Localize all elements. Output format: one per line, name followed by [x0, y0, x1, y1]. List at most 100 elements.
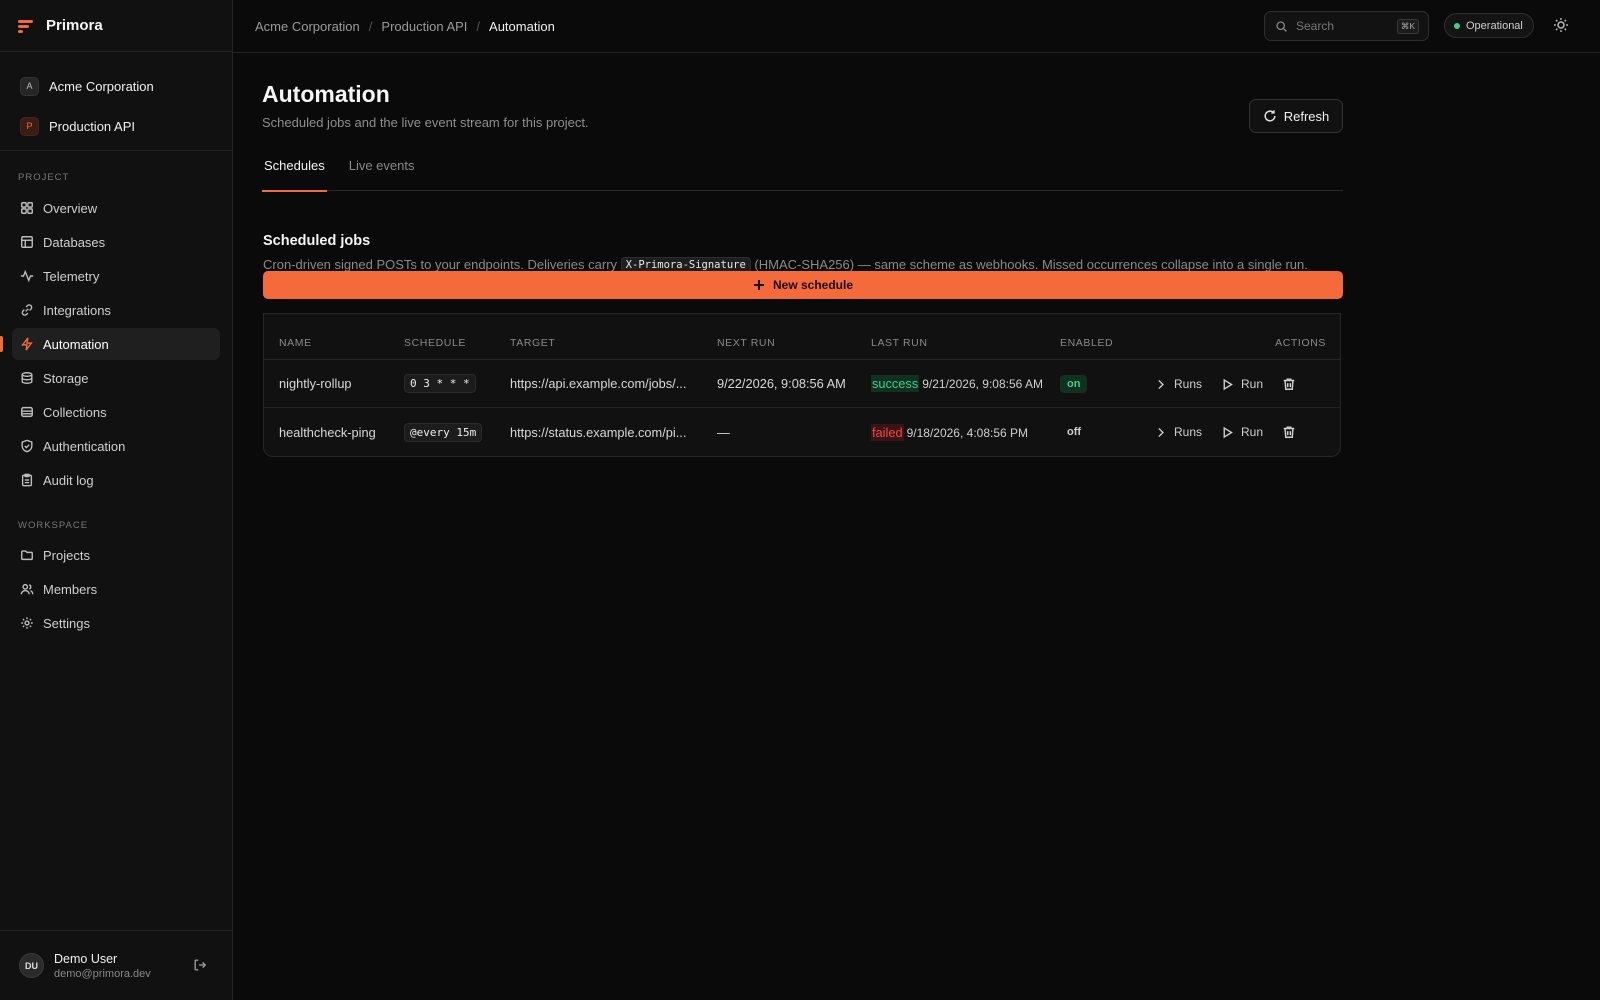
brand[interactable]: Primora [0, 0, 232, 52]
delete-button[interactable] [1282, 425, 1296, 439]
sidebar-item-automation[interactable]: Automation [0, 328, 220, 360]
page-title: Automation [262, 81, 390, 107]
column-header-next-run: NEXT RUN [717, 337, 776, 349]
sidebar-item-label: Projects [43, 547, 90, 563]
status-label: Operational [1466, 19, 1523, 32]
search-shortcut: ⌘K [1396, 19, 1419, 34]
sidebar-item-label: Overview [43, 200, 98, 216]
schedule-name: nightly-rollup [279, 376, 352, 391]
runs-label: Runs [1174, 377, 1203, 391]
search-placeholder: Search [1296, 19, 1335, 33]
run-button[interactable]: Run [1221, 377, 1263, 391]
tab-live-events[interactable]: Live events [347, 153, 417, 191]
theme-toggle-sun-icon[interactable] [1553, 17, 1569, 36]
link-icon [19, 303, 34, 318]
new-schedule-button[interactable]: New schedule [263, 271, 1343, 299]
next-run: — [717, 424, 730, 440]
last-run-time: 9/18/2026, 4:08:56 PM [906, 425, 1029, 440]
user-menu[interactable]: DU Demo User demo@primora.dev [0, 930, 233, 1000]
play-icon [1223, 426, 1233, 438]
breadcrumb-separator: / [476, 18, 481, 34]
layers-icon [19, 405, 34, 420]
sidebar-item-overview[interactable]: Overview [12, 192, 220, 224]
new-schedule-label: New schedule [772, 278, 854, 292]
breadcrumb-separator: / [368, 18, 373, 34]
schedule-target: https://api.example.com/jobs/... [510, 376, 687, 391]
column-header-enabled: ENABLED [1060, 337, 1114, 349]
next-run: 9/22/2026, 9:08:56 AM [717, 376, 846, 391]
column-header-actions: ACTIONS [1275, 337, 1326, 349]
schedules-table: NAME SCHEDULE TARGET NEXT RUN LAST RUN E… [263, 313, 1341, 457]
gear-icon [19, 616, 34, 631]
search-input[interactable]: Search ⌘K [1264, 11, 1429, 41]
sidebar-item-settings[interactable]: Settings [12, 607, 220, 639]
sidebar-item-databases[interactable]: Databases [12, 226, 220, 258]
refresh-icon [1264, 110, 1276, 122]
trash-icon [1283, 426, 1295, 438]
sidebar-item-audit-log[interactable]: Audit log [12, 464, 220, 496]
refresh-button[interactable]: Refresh [1249, 99, 1343, 133]
sidebar-item-label: Telemetry [43, 268, 100, 284]
table-row: healthcheck-ping @every 15m https://stat… [264, 408, 1340, 456]
project-switcher[interactable]: P Production API [12, 106, 220, 146]
status-badge[interactable]: Operational [1444, 13, 1534, 38]
chevron-right-icon [1158, 427, 1164, 437]
sidebar-item-telemetry[interactable]: Telemetry [12, 260, 220, 292]
status-dot-icon [1454, 22, 1460, 29]
sidebar-item-authentication[interactable]: Authentication [12, 430, 220, 462]
table-icon [19, 235, 34, 250]
sidebar-item-label: Authentication [43, 438, 126, 454]
workspace-nav: Projects Members Settings [0, 539, 232, 639]
last-run: failed 9/18/2026, 4:08:56 PM [871, 423, 1029, 441]
project-nav: Overview Databases Telemetry Integration… [0, 192, 232, 496]
last-run-status-badge: failed [871, 423, 904, 441]
card-description-text: Cron-driven signed POSTs to your endpoin… [263, 257, 618, 272]
enabled-toggle[interactable]: on [1060, 374, 1088, 393]
sidebar-item-projects[interactable]: Projects [12, 539, 220, 571]
activity-icon [19, 269, 34, 284]
sidebar-item-label: Automation [43, 336, 109, 352]
table-row: nightly-rollup 0 3 * * * https://api.exa… [264, 360, 1340, 408]
org-name: Acme Corporation [49, 78, 154, 94]
plus-icon [753, 280, 764, 290]
trash-icon [1283, 378, 1295, 390]
run-label: Run [1241, 377, 1264, 391]
org-switcher[interactable]: A Acme Corporation [12, 66, 220, 106]
runs-button[interactable]: Runs [1154, 425, 1202, 439]
sidebar-item-label: Settings [43, 615, 90, 631]
user-email: demo@primora.dev [54, 967, 151, 980]
bolt-icon [19, 337, 34, 352]
runs-button[interactable]: Runs [1154, 377, 1202, 391]
sidebar-item-members[interactable]: Members [12, 573, 220, 605]
sidebar-item-integrations[interactable]: Integrations [12, 294, 220, 326]
avatar: DU [19, 953, 44, 978]
user-name: Demo User [54, 951, 118, 966]
logout-icon[interactable] [193, 958, 207, 975]
sidebar-item-storage[interactable]: Storage [12, 362, 220, 394]
run-label: Run [1241, 425, 1264, 439]
breadcrumb-org[interactable]: Acme Corporation [255, 19, 360, 34]
last-run-status-badge: success [871, 375, 920, 392]
schedule-target: https://status.example.com/pi... [510, 424, 687, 440]
enabled-toggle[interactable]: off [1060, 423, 1088, 441]
sidebar-item-label: Databases [43, 234, 106, 250]
delete-button[interactable] [1282, 377, 1296, 391]
project-name: Production API [49, 118, 135, 134]
table-header: NAME SCHEDULE TARGET NEXT RUN LAST RUN E… [264, 314, 1340, 360]
sidebar-item-label: Storage [43, 370, 89, 386]
tab-bar: Schedules Live events [262, 153, 1343, 192]
context-switcher: A Acme Corporation P Production API [0, 52, 232, 151]
breadcrumb-project[interactable]: Production API [381, 19, 467, 34]
column-header-schedule: SCHEDULE [404, 337, 466, 349]
column-header-name: NAME [279, 337, 312, 349]
page-subtitle: Scheduled jobs and the live event stream… [262, 115, 589, 130]
clipboard-icon [19, 473, 34, 488]
breadcrumb-current: Automation [489, 18, 555, 34]
last-run-time: 9/21/2026, 9:08:56 AM [922, 377, 1043, 391]
tab-schedules[interactable]: Schedules [262, 153, 327, 192]
brand-name: Primora [46, 17, 103, 34]
sidebar-item-collections[interactable]: Collections [12, 396, 220, 428]
card-title: Scheduled jobs [263, 233, 371, 249]
topbar: Acme Corporation / Production API / Auto… [233, 0, 1600, 53]
run-button[interactable]: Run [1221, 425, 1263, 439]
